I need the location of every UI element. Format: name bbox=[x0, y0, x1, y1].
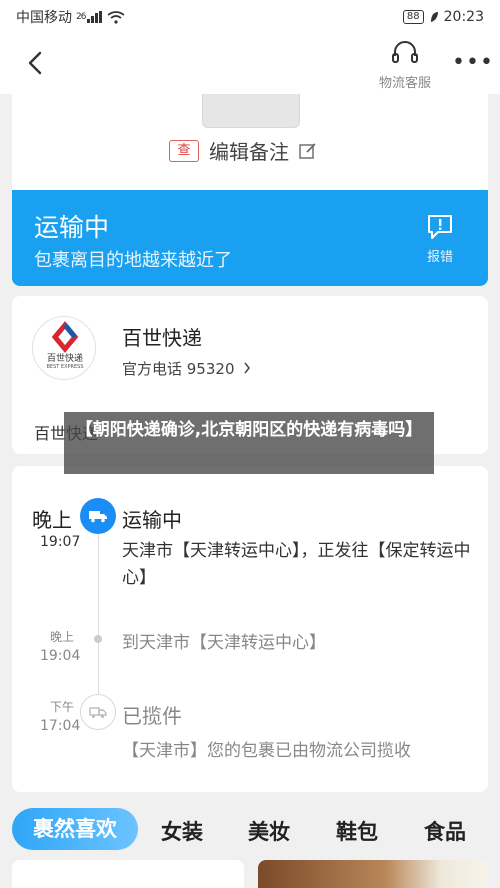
timeline-period: 晚上 bbox=[32, 508, 72, 532]
tab-beauty[interactable]: 美妆 bbox=[248, 816, 290, 846]
courier-logo-name: 百世快递 bbox=[46, 354, 83, 364]
timeline-period: 晚上 bbox=[50, 630, 75, 644]
edit-icon bbox=[299, 142, 316, 159]
chevron-left-icon bbox=[28, 51, 42, 75]
courier-logo: 百世快递 BEST EXPRESS bbox=[32, 316, 96, 380]
timeline-status: 运输中 bbox=[122, 508, 182, 532]
battery-indicator: 88 bbox=[402, 10, 424, 24]
tab-women-clothing[interactable]: 女装 bbox=[161, 816, 203, 846]
more-options-button[interactable]: ••• bbox=[452, 50, 494, 75]
headset-icon bbox=[392, 41, 418, 63]
timeline-desc: 【天津市】您的包裹已由物流公司揽收 bbox=[122, 741, 411, 761]
customer-service-button[interactable]: 物流客服 bbox=[370, 40, 440, 91]
courier-phone: 官方电话 95320 bbox=[122, 360, 235, 378]
tracking-timeline: 晚上 19:07 运输中 天津市【天津转运中心】，正发往【保定转运中心】 晚上 … bbox=[12, 466, 488, 792]
carrier-label: 中国移动 bbox=[16, 10, 72, 26]
report-error-label: 报错 bbox=[426, 250, 453, 265]
package-info-card: 查 编辑备注 bbox=[12, 94, 488, 194]
category-tabs: 裹然喜欢 女装 美妆 鞋包 食品 bbox=[0, 806, 500, 856]
courier-phone-link[interactable]: 官方电话 95320 bbox=[122, 358, 251, 379]
article-caption-overlay: 【朝阳快递确诊,北京朝阳区的快递有病毒吗】 bbox=[64, 412, 434, 474]
leaf-icon bbox=[430, 12, 438, 22]
remark-label: 编辑备注 bbox=[209, 140, 289, 164]
timeline-desc: 天津市【天津转运中心】，正发往【保定转运中心】 bbox=[122, 541, 471, 588]
courier-logo-en: BEST EXPRESS bbox=[46, 364, 84, 370]
report-icon bbox=[428, 215, 452, 239]
signal-icon bbox=[87, 11, 103, 23]
edit-remark-button[interactable]: 查 编辑备注 bbox=[169, 136, 317, 165]
remark-tag: 查 bbox=[169, 139, 199, 162]
timeline-dot bbox=[94, 635, 102, 643]
clock-time: 20:23 bbox=[443, 9, 484, 25]
truck-icon bbox=[80, 498, 116, 534]
tab-shoes-bags[interactable]: 鞋包 bbox=[336, 816, 378, 846]
network-type: 26 bbox=[76, 12, 87, 22]
courier-name: 百世快递 bbox=[122, 326, 202, 350]
product-card[interactable] bbox=[258, 860, 488, 888]
timeline-period: 下午 bbox=[50, 700, 75, 714]
chevron-right-icon bbox=[244, 362, 251, 374]
timeline-desc: 到天津市【天津转运中心】 bbox=[122, 633, 326, 653]
banner-status-title: 运输中 bbox=[34, 213, 110, 242]
package-image bbox=[202, 94, 300, 128]
report-error-button[interactable]: 报错 bbox=[418, 214, 462, 265]
timeline-time: 17:04 bbox=[40, 718, 81, 734]
pickup-icon bbox=[80, 694, 116, 730]
customer-service-label: 物流客服 bbox=[378, 76, 431, 91]
status-banner: 运输中 包裹离目的地越来越近了 报错 bbox=[12, 190, 488, 286]
status-bar: 中国移动 26 88 20:23 bbox=[0, 0, 500, 34]
tab-food[interactable]: 食品 bbox=[424, 816, 466, 846]
product-card[interactable] bbox=[12, 860, 244, 888]
timeline-time: 19:07 bbox=[40, 534, 81, 550]
banner-status-subtitle: 包裹离目的地越来越近了 bbox=[34, 250, 232, 271]
wifi-icon bbox=[107, 10, 125, 24]
top-nav: 物流客服 ••• bbox=[0, 34, 500, 94]
back-button[interactable] bbox=[20, 48, 50, 78]
tab-favorite[interactable]: 裹然喜欢 bbox=[12, 808, 138, 850]
best-express-logo-icon bbox=[51, 321, 79, 353]
timeline-status: 已揽件 bbox=[122, 704, 182, 728]
timeline-time: 19:04 bbox=[40, 648, 81, 664]
